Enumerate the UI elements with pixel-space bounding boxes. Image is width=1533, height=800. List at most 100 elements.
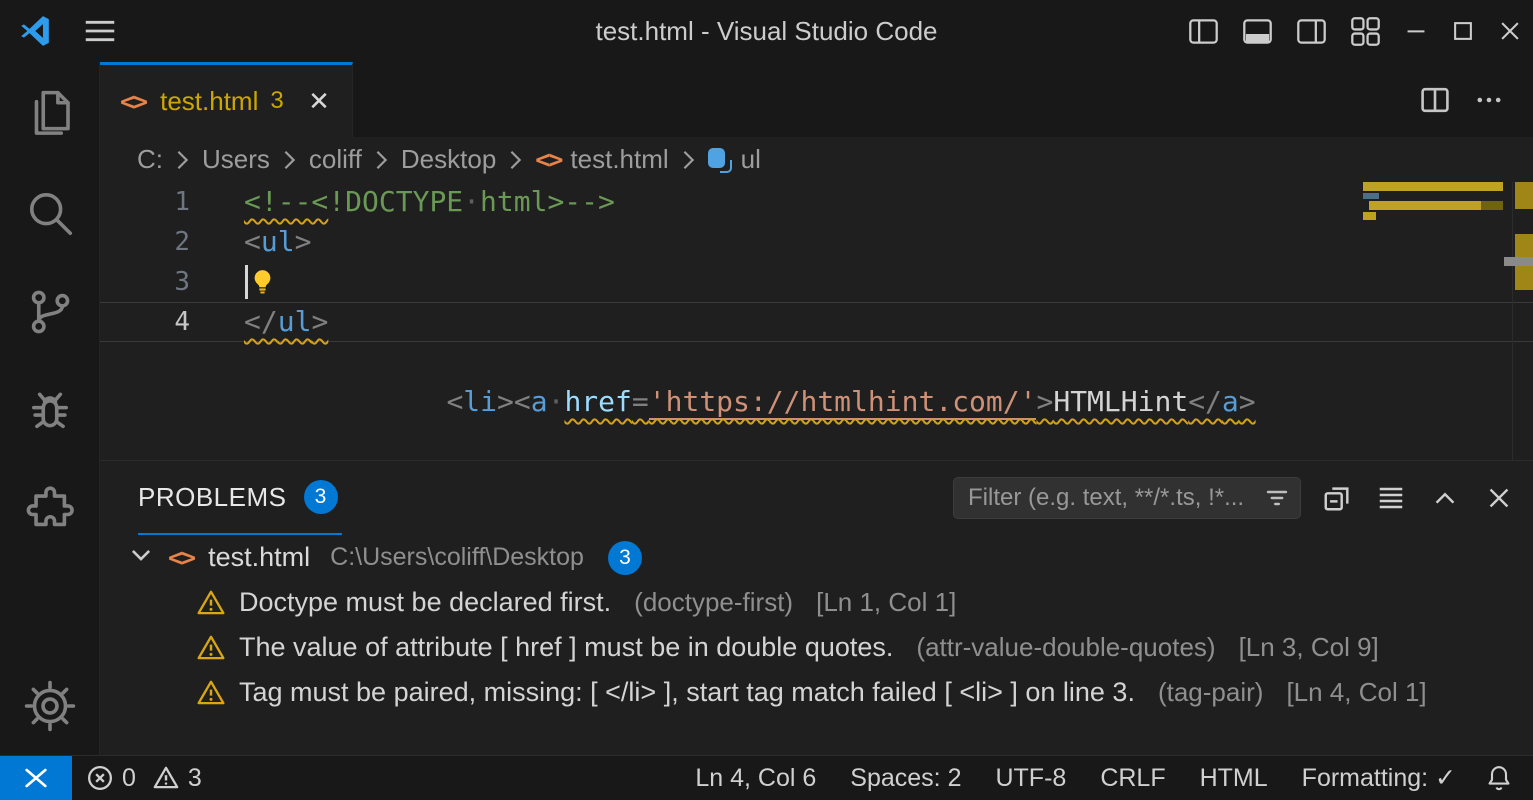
toggle-panel-button[interactable] — [1230, 0, 1284, 62]
line-number: 1 — [100, 187, 244, 217]
error-icon — [86, 764, 114, 792]
cursor-position-status[interactable]: Ln 4, Col 6 — [678, 756, 833, 800]
panel-header: PROBLEMS 3 — [100, 461, 1533, 535]
ul-symbol-icon — [708, 147, 732, 173]
code-token: > — [1239, 385, 1256, 418]
code-token: · — [548, 385, 565, 418]
panel-controls — [953, 477, 1517, 519]
warning-icon — [152, 764, 180, 792]
tab-close-button[interactable]: ✕ — [302, 84, 336, 118]
indentation-status[interactable]: Spaces: 2 — [833, 756, 978, 800]
maximize-panel-button[interactable] — [1427, 480, 1463, 516]
warning-icon — [196, 588, 226, 618]
settings-button[interactable] — [0, 656, 100, 755]
formatting-status[interactable]: Formatting: ✓ — [1285, 756, 1473, 800]
toggle-primary-sidebar-button[interactable] — [1176, 0, 1230, 62]
code-token: a — [531, 385, 548, 418]
more-actions-icon[interactable] — [1473, 84, 1505, 116]
problem-message: Doctype must be declared first. — [239, 587, 611, 618]
chevron-up-icon — [1430, 483, 1460, 513]
encoding-status[interactable]: UTF-8 — [978, 756, 1083, 800]
html-file-icon: <> — [535, 145, 561, 174]
minimap[interactable] — [1363, 182, 1503, 460]
code-line-2[interactable]: 2 <ul> — [100, 222, 1533, 262]
overview-ruler-slider[interactable] — [1504, 257, 1533, 266]
close-panel-button[interactable] — [1481, 480, 1517, 516]
lightbulb-icon[interactable] — [249, 268, 276, 296]
code-token: · — [463, 185, 480, 218]
search-button[interactable] — [0, 163, 100, 262]
source-control-button[interactable] — [0, 262, 100, 361]
maximize-button[interactable] — [1439, 0, 1486, 62]
notifications-bell-button[interactable] — [1473, 756, 1533, 800]
language-mode-status[interactable]: HTML — [1183, 756, 1285, 800]
extensions-button[interactable] — [0, 460, 100, 559]
breadcrumb: C: Users coliff Desktop <>test.html ul — [100, 137, 1533, 182]
minimap-mark — [1363, 212, 1376, 220]
remote-indicator-button[interactable] — [0, 756, 72, 800]
breadcrumb-item-coliff[interactable]: coliff — [309, 144, 362, 175]
code-token: </ — [244, 305, 278, 338]
chevron-right-icon — [282, 149, 297, 171]
tab-problem-count: 3 — [270, 87, 283, 115]
overview-ruler — [1512, 182, 1533, 460]
code-line-4-current[interactable]: 4 </ul> — [100, 302, 1533, 342]
code-token: >< — [497, 385, 531, 418]
code-token: !DOCTYPE — [328, 185, 463, 218]
eol-status[interactable]: CRLF — [1083, 756, 1182, 800]
code-editor[interactable]: 1 <!--<!DOCTYPE·html>--> 2 <ul> 3 <li><a… — [100, 182, 1533, 460]
code-token: href — [564, 385, 631, 418]
code-token: 'https://htmlhint.com/' — [649, 385, 1037, 420]
breadcrumb-item-drive[interactable]: C: — [137, 144, 163, 175]
problem-row[interactable]: The value of attribute [ href ] must be … — [100, 625, 1533, 670]
collapse-all-button[interactable] — [1319, 480, 1355, 516]
problems-file-path: C:\Users\coliff\Desktop — [330, 543, 584, 572]
warning-icon — [196, 633, 226, 663]
problem-row[interactable]: Tag must be paired, missing: [ </li> ], … — [100, 670, 1533, 715]
code-line-1[interactable]: 1 <!--<!DOCTYPE·html>--> — [100, 182, 1533, 222]
line-number: 4 — [100, 307, 244, 337]
problems-tab[interactable]: PROBLEMS 3 — [138, 461, 342, 535]
layout-grid-icon — [1349, 15, 1382, 48]
breadcrumb-item-users[interactable]: Users — [202, 144, 270, 175]
split-editor-icon[interactable] — [1419, 84, 1451, 116]
run-debug-button[interactable] — [0, 361, 100, 460]
view-as-table-button[interactable] — [1373, 480, 1409, 516]
editor-area: <> test.html 3 ✕ C: Users coliff Desktop — [100, 62, 1533, 755]
text-cursor — [245, 265, 248, 299]
vscode-logo-icon — [18, 14, 52, 48]
code-token: a — [1222, 385, 1239, 418]
close-window-button[interactable] — [1486, 0, 1533, 62]
problems-file-row[interactable]: <> test.html C:\Users\coliff\Desktop 3 — [100, 535, 1533, 580]
warning-count: 3 — [188, 764, 202, 793]
title-bar: test.html - Visual Studio Code — [0, 0, 1533, 62]
html-file-icon: <> — [120, 87, 146, 116]
gear-icon — [23, 679, 77, 733]
code-token: = — [632, 385, 649, 418]
customize-layout-button[interactable] — [1338, 0, 1392, 62]
extensions-icon — [23, 483, 77, 537]
line-number: 2 — [100, 227, 244, 257]
errors-warnings-button[interactable]: 0 3 — [72, 756, 216, 800]
minimize-button[interactable] — [1392, 0, 1439, 62]
toggle-secondary-sidebar-button[interactable] — [1284, 0, 1338, 62]
activity-bar — [0, 62, 100, 755]
problem-code: (doctype-first) — [634, 587, 793, 618]
problems-panel: PROBLEMS 3 — [100, 460, 1533, 755]
menu-icon[interactable] — [78, 9, 122, 53]
file-problems-badge: 3 — [608, 541, 642, 575]
breadcrumb-item-file[interactable]: <>test.html — [535, 144, 668, 175]
breadcrumb-item-symbol-ul[interactable]: ul — [708, 144, 761, 175]
chevron-right-icon — [508, 149, 523, 171]
remote-icon — [20, 762, 52, 794]
problem-message: Tag must be paired, missing: [ </li> ], … — [239, 677, 1135, 708]
tab-test-html[interactable]: <> test.html 3 ✕ — [100, 62, 353, 137]
titlebar-actions — [1176, 0, 1533, 62]
explorer-button[interactable] — [0, 64, 100, 163]
code-token: < — [446, 385, 463, 418]
problem-row[interactable]: Doctype must be declared first. (doctype… — [100, 580, 1533, 625]
code-line-3[interactable]: 3 <li><a·href='https://htmlhint.com/'>HT… — [100, 262, 1533, 302]
problems-filter-input[interactable] — [953, 477, 1301, 519]
breadcrumb-item-desktop[interactable]: Desktop — [401, 144, 496, 175]
line-number: 3 — [100, 267, 244, 297]
